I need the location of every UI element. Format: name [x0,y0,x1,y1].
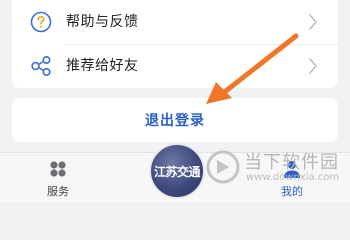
watermark: 当下软件园 www.downxia.com [206,148,346,198]
share-nodes-icon [31,55,51,77]
menu-row-help-feedback[interactable]: 帮助与反馈 [12,0,338,44]
watermark-url: www.downxia.com [246,172,340,183]
tab-services[interactable]: 服务 [28,159,88,201]
tab-label: 服务 [47,185,69,198]
logout-button[interactable]: 退出登录 [12,98,338,142]
watermark-title: 当下软件园 [244,152,339,173]
app-logo-label: 江苏交通 [153,164,201,179]
chevron-right-icon [309,14,317,30]
grid-icon [50,161,66,177]
settings-menu-card: 帮助与反馈 推荐给好友 [12,0,338,88]
logout-label: 退出登录 [145,113,205,129]
menu-row-label: 帮助与反馈 [66,14,139,30]
chevron-right-icon [309,58,317,74]
watermark-logo-icon [206,150,240,184]
center-app-button[interactable]: 江苏交通 [149,143,205,199]
menu-row-recommend-friends[interactable]: 推荐给好友 [12,44,338,88]
question-circle-icon [30,11,52,33]
menu-row-label: 推荐给好友 [66,58,139,74]
